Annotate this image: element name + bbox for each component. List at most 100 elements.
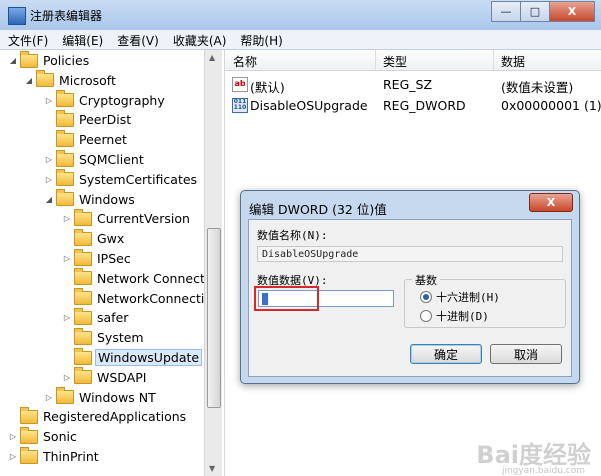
folder-icon (74, 347, 92, 365)
folder-icon (56, 109, 74, 127)
tree-node[interactable]: ▷ Sonic (8, 426, 79, 446)
tree-node[interactable]: ▷ Cryptography (44, 90, 167, 110)
tree-node-label: Gwx (97, 231, 125, 247)
tree-node[interactable]: WindowsUpdate (62, 347, 203, 367)
tree-node[interactable]: Gwx (62, 228, 126, 248)
tree-node[interactable]: ▷ ThinPrint (8, 446, 101, 466)
folder-icon (20, 426, 38, 444)
close-button[interactable]: X (549, 1, 595, 22)
scrollbar-thumb[interactable] (207, 228, 221, 408)
value-name-field: DisableOSUpgrade (257, 246, 563, 262)
value-name-label: 数值名称(N): (257, 229, 328, 242)
column-divider (493, 50, 494, 70)
column-name[interactable]: 名称 (233, 53, 257, 70)
collapsed-arrow-icon[interactable]: ▷ (62, 214, 72, 223)
value-data: 0x00000001 (1) (501, 98, 601, 113)
expanded-arrow-icon[interactable]: ◢ (44, 195, 54, 204)
folder-icon (56, 189, 74, 207)
tree-node-label: safer (97, 310, 129, 326)
tree-node[interactable]: ◢ Windows (44, 189, 137, 209)
dialog-title: 编辑 DWORD (32 位)值 (249, 202, 387, 217)
list-row-default[interactable]: ab (默认) REG_SZ (数值未设置) (225, 74, 601, 95)
tree-node-label: Sonic (43, 429, 77, 445)
collapsed-arrow-icon[interactable]: ▷ (62, 313, 72, 322)
folder-icon (56, 129, 74, 147)
ok-button[interactable]: 确定 (410, 344, 482, 364)
tree-node[interactable]: System (62, 327, 146, 347)
maximize-button[interactable]: □ (520, 1, 550, 22)
tree-node[interactable]: PeerDist (44, 109, 133, 129)
collapsed-arrow-icon[interactable]: ▷ (44, 175, 54, 184)
folder-icon (56, 169, 74, 187)
tree-node[interactable]: ◢ Microsoft (24, 70, 118, 90)
tree-node-label: Policies (43, 53, 90, 68)
column-divider (375, 50, 376, 70)
column-type[interactable]: 类型 (383, 53, 407, 70)
window-title: 注册表编辑器 (30, 9, 103, 23)
tree-node-label: ThinPrint (43, 449, 99, 464)
column-data[interactable]: 数据 (501, 53, 525, 70)
tree-node[interactable]: ▷ SQMClient (44, 149, 146, 169)
folder-icon (74, 268, 92, 286)
radio-dec-label: 十进制(D) (436, 310, 489, 323)
tree-node[interactable]: ▷ CurrentVersion (62, 208, 192, 228)
list-row-disableosupgrade[interactable]: 011 110 DisableOSUpgrade REG_DWORD 0x0000… (225, 95, 601, 115)
menu-help[interactable]: 帮助(H) (232, 30, 288, 49)
folder-icon (56, 387, 74, 405)
binary-value-icon: 011 110 (232, 98, 248, 113)
value-name: (默认) (250, 80, 285, 95)
collapsed-arrow-icon[interactable]: ▷ (62, 254, 72, 263)
collapsed-arrow-icon[interactable]: ▷ (8, 452, 18, 461)
tree-node-label: Cryptography (79, 92, 165, 108)
tree-node-label: CurrentVersion (97, 211, 190, 227)
tree-node[interactable]: Peernet (44, 129, 129, 149)
window-controls: — □ X (491, 1, 595, 22)
tree-node-label: Network Connecti (97, 270, 204, 286)
radio-hex[interactable]: 十六进制(H) (420, 289, 500, 305)
menu-edit[interactable]: 编辑(E) (54, 30, 109, 49)
menu-favorites[interactable]: 收藏夹(A) (165, 30, 233, 49)
cancel-button[interactable]: 取消 (490, 344, 562, 364)
expanded-arrow-icon[interactable]: ◢ (8, 56, 18, 65)
tree-node[interactable]: ▷ IPSec (62, 248, 133, 268)
tree-scrollbar[interactable]: ▲ ▼ (204, 50, 222, 476)
collapsed-arrow-icon[interactable]: ▷ (62, 373, 72, 382)
radio-dec[interactable]: 十进制(D) (420, 308, 489, 324)
collapsed-arrow-icon[interactable]: ▷ (44, 155, 54, 164)
folder-icon (20, 50, 38, 68)
tree-node-label: WSDAPI (97, 369, 147, 385)
minimize-button[interactable]: — (491, 1, 521, 22)
expanded-arrow-icon[interactable]: ◢ (24, 76, 34, 85)
tree-node[interactable]: RegisteredApplications (8, 406, 188, 426)
collapsed-arrow-icon[interactable]: ▷ (8, 432, 18, 441)
tree-node[interactable]: Network Connecti (62, 268, 204, 288)
tree-node[interactable]: ▷ Windows NT (44, 387, 158, 407)
tree-node-label: PeerDist (79, 112, 132, 128)
radio-checked-icon (420, 291, 432, 303)
tree-node[interactable]: ▷ safer (62, 307, 130, 327)
value-name: DisableOSUpgrade (250, 98, 368, 113)
dialog-close-button[interactable]: X (529, 193, 573, 212)
folder-icon (74, 307, 92, 325)
folder-icon (36, 70, 54, 88)
menu-view[interactable]: 查看(V) (109, 30, 165, 49)
tree-node-label: Peernet (79, 132, 127, 148)
scroll-up-arrow-icon[interactable]: ▲ (209, 53, 215, 62)
tree-node-label: SystemCertificates (79, 171, 198, 187)
collapsed-arrow-icon[interactable]: ▷ (44, 96, 54, 105)
folder-icon (56, 90, 74, 108)
tree-node-label: SQMClient (79, 152, 144, 167)
scroll-down-arrow-icon[interactable]: ▼ (209, 464, 215, 473)
collapsed-arrow-icon[interactable]: ▷ (44, 393, 54, 402)
tree-node[interactable]: ◢ Policies (8, 50, 91, 70)
base-label: 基数 (412, 272, 440, 288)
menu-file[interactable]: 文件(F) (0, 30, 54, 49)
tree-node[interactable]: ▷ SystemCertificates (44, 169, 199, 189)
tree-node[interactable]: NetworkConnectiv (62, 288, 204, 308)
tree-node[interactable]: ▷ WSDAPI (62, 367, 148, 387)
value-type: REG_DWORD (383, 98, 466, 113)
folder-icon (56, 149, 74, 167)
folder-icon (74, 208, 92, 226)
tree-node-label: IPSec (97, 251, 131, 266)
folder-icon (74, 288, 92, 306)
